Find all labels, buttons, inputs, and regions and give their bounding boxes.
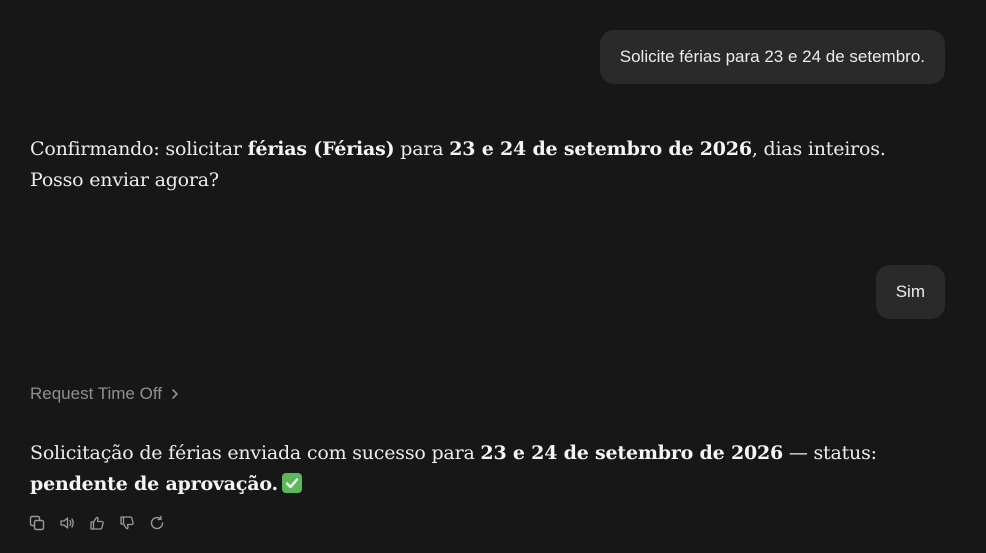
assistant-text: — status: <box>783 442 877 464</box>
tool-call-label: Request Time Off <box>30 384 162 403</box>
user-message-bubble: Solicite férias para 23 e 24 de setembro… <box>599 30 945 84</box>
message-actions <box>28 514 166 532</box>
assistant-bold-text: pendente de aprovação. <box>30 473 278 495</box>
assistant-bold-text: 23 e 24 de setembro de 2026 <box>449 138 752 160</box>
check-mark-button-icon <box>281 473 302 493</box>
read-aloud-button[interactable] <box>58 514 76 532</box>
assistant-message: Confirmando: solicitar férias (Férias) p… <box>30 134 910 196</box>
assistant-text: Confirmando: solicitar <box>30 138 248 160</box>
copy-button[interactable] <box>28 514 46 532</box>
thumbs-down-icon <box>119 515 135 531</box>
good-response-button[interactable] <box>88 514 106 532</box>
copy-icon <box>29 515 45 531</box>
assistant-bold-text: 23 e 24 de setembro de 2026 <box>480 442 784 464</box>
speaker-icon <box>59 515 75 531</box>
regenerate-button[interactable] <box>148 514 166 532</box>
user-message-bubble: Sim <box>875 265 945 319</box>
tool-call-link[interactable]: Request Time Off <box>30 384 180 404</box>
assistant-message: Solicitação de férias enviada com sucess… <box>30 438 910 500</box>
user-message-text: Sim <box>895 282 925 301</box>
assistant-bold-text: férias (Férias) <box>247 138 395 160</box>
bad-response-button[interactable] <box>118 514 136 532</box>
chevron-right-icon <box>170 388 180 400</box>
thumbs-up-icon <box>89 515 105 531</box>
assistant-text: Solicitação de férias enviada com sucess… <box>30 442 481 464</box>
user-message-text: Solicite férias para 23 e 24 de setembro… <box>619 47 925 66</box>
assistant-text: para <box>394 138 450 160</box>
refresh-icon <box>149 515 165 531</box>
